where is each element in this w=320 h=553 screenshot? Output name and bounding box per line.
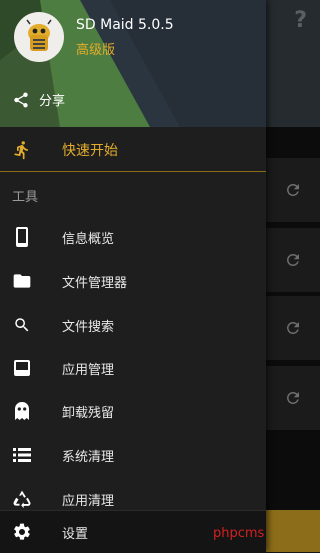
avatar [14, 12, 64, 62]
menu-item-uninstall-leftovers[interactable]: 卸载残留 [0, 389, 266, 433]
divider [0, 171, 266, 172]
quick-start-label: 快速开始 [62, 142, 118, 159]
menu-item-label: 系统清理 [62, 449, 115, 465]
section-header-tools: 工具 [12, 190, 39, 205]
navigation-drawer: SD Maid 5.0.5 高级版 分享 快速开始 工具 信息概览 文件管理器 … [0, 0, 266, 553]
quick-start-item[interactable]: 快速开始 [0, 128, 266, 171]
gear-icon [12, 522, 32, 542]
menu-item-file-manager[interactable]: 文件管理器 [0, 259, 266, 303]
menu-item-label: 应用管理 [62, 362, 115, 378]
refresh-icon[interactable] [284, 181, 302, 199]
refresh-icon[interactable] [284, 251, 302, 269]
refresh-icon[interactable] [284, 319, 302, 337]
drawer-header: SD Maid 5.0.5 高级版 分享 [0, 0, 266, 127]
menu-item-overview[interactable]: 信息概览 [0, 215, 266, 259]
background-row[interactable] [266, 228, 320, 292]
phone-icon [12, 227, 32, 247]
share-button[interactable]: 分享 [12, 90, 65, 109]
list-icon [12, 445, 32, 465]
app-title: SD Maid 5.0.5 [76, 17, 174, 33]
menu-item-label: 文件管理器 [62, 275, 128, 291]
menu-item-app-manager[interactable]: 应用管理 [0, 346, 266, 390]
background-toolbar: ? [266, 0, 320, 127]
share-label: 分享 [39, 94, 66, 109]
folder-icon [12, 271, 32, 291]
background-row[interactable] [266, 296, 320, 360]
background-row[interactable] [266, 366, 320, 430]
help-icon[interactable]: ? [294, 8, 307, 33]
menu-item-label: 卸载残留 [62, 405, 115, 421]
recycle-icon [12, 489, 32, 509]
settings-label: 设置 [62, 526, 89, 542]
watermark-text: phpcms [213, 526, 265, 541]
app-window-icon [12, 358, 32, 378]
background-row[interactable] [266, 158, 320, 222]
background-bottom-bar [266, 510, 320, 552]
menu-item-label: 文件搜索 [62, 319, 115, 335]
share-icon [14, 92, 28, 107]
menu-item-label: 应用清理 [62, 493, 115, 509]
menu-item-file-search[interactable]: 文件搜索 [0, 303, 266, 347]
menu-item-label: 信息概览 [62, 231, 115, 247]
search-icon [12, 315, 32, 335]
droid-logo-icon [26, 19, 52, 51]
menu-item-system-cleaner[interactable]: 系统清理 [0, 433, 266, 477]
running-person-icon [12, 140, 32, 160]
ghost-icon [12, 401, 32, 421]
app-edition: 高级版 [76, 43, 116, 58]
refresh-icon[interactable] [284, 389, 302, 407]
